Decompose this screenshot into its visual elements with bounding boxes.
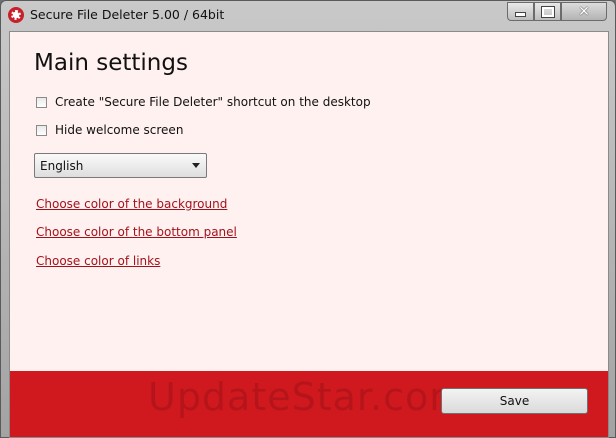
app-window: Secure File Deleter 5.00 / 64bit ✕ Main … <box>0 0 616 438</box>
maximize-button[interactable] <box>534 2 561 21</box>
language-selected-value: English <box>40 159 84 173</box>
minimize-button[interactable] <box>507 2 534 21</box>
title-bar[interactable]: Secure File Deleter 5.00 / 64bit ✕ <box>1 1 615 29</box>
hide-welcome-label[interactable]: Hide welcome screen <box>55 123 183 137</box>
background-color-link[interactable]: Choose color of the background <box>36 197 227 211</box>
maximize-icon <box>540 5 555 18</box>
hide-welcome-option[interactable]: Hide welcome screen <box>36 123 183 137</box>
chevron-down-icon <box>192 163 200 168</box>
page-title: Main settings <box>34 50 188 76</box>
bottom-panel: UpdateStar.com Save <box>10 371 608 437</box>
desktop-shortcut-checkbox[interactable] <box>36 96 47 108</box>
save-button[interactable]: Save <box>441 388 588 414</box>
desktop-shortcut-label[interactable]: Create "Secure File Deleter" shortcut on… <box>55 95 371 109</box>
app-gear-icon <box>8 7 24 23</box>
window-title: Secure File Deleter 5.00 / 64bit <box>30 7 225 22</box>
bottom-panel-color-link[interactable]: Choose color of the bottom panel <box>36 225 237 239</box>
desktop-shortcut-option[interactable]: Create "Secure File Deleter" shortcut on… <box>36 95 371 109</box>
watermark: UpdateStar.com <box>148 375 468 419</box>
minimize-icon <box>515 12 526 17</box>
hide-welcome-checkbox[interactable] <box>36 124 47 136</box>
language-select[interactable]: English <box>34 153 207 178</box>
links-color-link[interactable]: Choose color of links <box>36 254 160 268</box>
close-icon: ✕ <box>578 3 590 20</box>
settings-panel: Main settings Create "Secure File Delete… <box>9 31 609 438</box>
close-button[interactable]: ✕ <box>561 2 607 21</box>
